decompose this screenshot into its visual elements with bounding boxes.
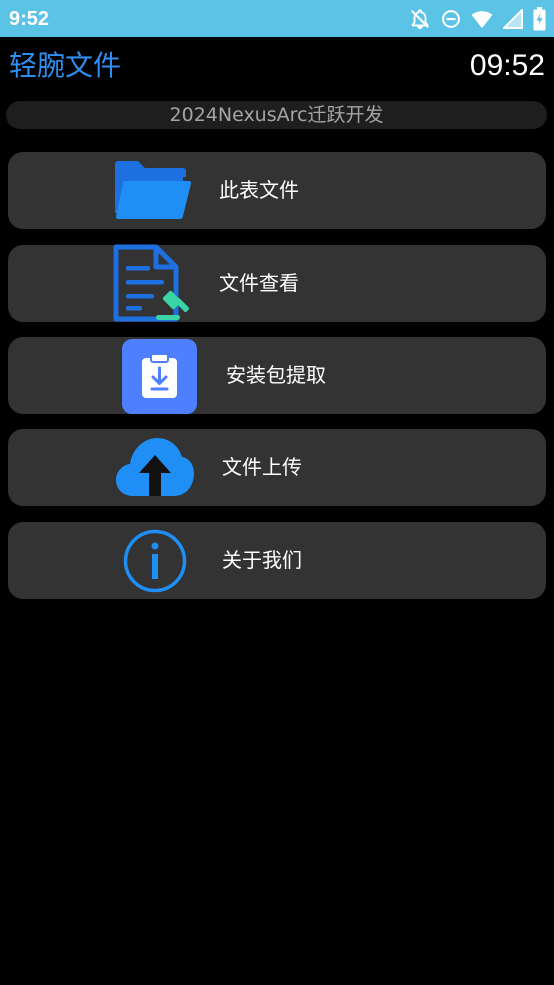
app-title: 轻腕文件 — [9, 49, 122, 82]
document-edit-icon — [112, 244, 192, 326]
status-icons — [409, 6, 546, 32]
menu-item-label: 此表文件 — [219, 178, 299, 202]
info-icon — [123, 529, 187, 597]
clipboard-download-icon — [122, 339, 197, 418]
cellular-signal-icon — [503, 9, 523, 29]
clock: 09:52 — [469, 49, 545, 82]
menu-item-label: 文件上传 — [222, 455, 302, 479]
menu-item-about[interactable]: 关于我们 — [8, 522, 546, 599]
menu-item-label: 关于我们 — [222, 548, 302, 572]
menu-item-apk-extract[interactable]: 安装包提取 — [8, 337, 546, 414]
menu-item-file-upload[interactable]: 文件上传 — [8, 429, 546, 506]
battery-charging-icon — [533, 7, 546, 31]
menu-item-label: 文件查看 — [219, 271, 299, 295]
wifi-icon — [471, 9, 493, 29]
status-time: 9:52 — [9, 8, 50, 30]
menu-item-label: 安装包提取 — [226, 363, 326, 387]
cloud-upload-icon — [115, 435, 195, 501]
do-not-disturb-icon — [441, 9, 461, 29]
subtitle-banner: 2024NexusArc迁跃开发 — [6, 101, 547, 129]
menu-item-file-view[interactable]: 文件查看 — [8, 244, 546, 322]
status-bar: 9:52 — [0, 0, 554, 37]
menu-item-watch-files[interactable]: 此表文件 — [8, 152, 546, 229]
notifications-off-icon — [409, 8, 431, 30]
folder-icon — [113, 159, 192, 225]
